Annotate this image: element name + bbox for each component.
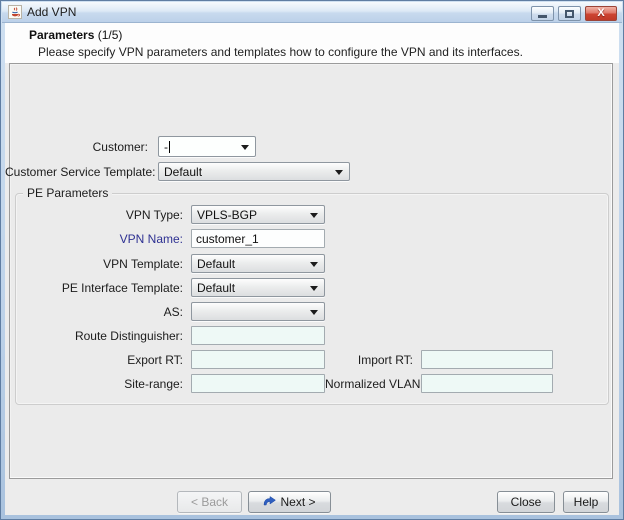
as-label: AS: [25,305,183,320]
import-rt-label: Import RT: [325,353,413,368]
customer-service-template-value: Default [164,165,202,179]
maximize-button[interactable] [558,6,581,21]
dialog-content: Parameters (1/5) Please specify VPN para… [5,23,619,515]
export-rt-input[interactable] [191,350,325,369]
next-arrow-icon [263,496,276,508]
vpn-type-combobox[interactable]: VPLS-BGP [191,205,325,224]
close-button-label: Close [511,495,542,509]
customer-service-template-combobox[interactable]: Default [158,162,350,181]
wizard-step-description: Please specify VPN parameters and templa… [38,45,523,59]
customer-combobox[interactable]: - [158,136,256,157]
back-button-label: < Back [191,495,228,509]
vpn-template-label: VPN Template: [25,257,183,272]
window-title: Add VPN [27,5,76,19]
chevron-down-icon[interactable] [310,213,318,218]
normalized-vlan-input[interactable] [421,374,553,393]
chevron-down-icon[interactable] [310,262,318,267]
wizard-header: Parameters (1/5) Please specify VPN para… [5,23,619,63]
as-combobox[interactable] [191,302,325,321]
step-counter: (1/5) [98,28,123,42]
chevron-down-icon[interactable] [310,286,318,291]
customer-label: Customer: [5,140,148,155]
pe-interface-template-label: PE Interface Template: [25,281,183,296]
pe-interface-template-value: Default [197,281,235,295]
normalized-vlan-label: Normalized VLAN: [325,377,413,392]
help-button-label: Help [574,495,599,509]
close-button[interactable]: Close [497,491,555,513]
next-button-label: Next > [280,495,315,509]
chevron-down-icon[interactable] [241,145,249,150]
import-rt-input[interactable] [421,350,553,369]
site-range-label: Site-range: [25,377,183,392]
vpn-template-value: Default [197,257,235,271]
maximize-icon [565,10,574,18]
java-app-icon [8,5,22,19]
vpn-name-label: VPN Name: [25,232,183,247]
vpn-name-input[interactable] [191,229,325,248]
route-distinguisher-input[interactable] [191,326,325,345]
export-rt-label: Export RT: [25,353,183,368]
pe-interface-template-combobox[interactable]: Default [191,278,325,297]
text-caret [169,141,170,153]
close-icon: X [597,8,604,19]
help-button[interactable]: Help [563,491,609,513]
step-title-text: Parameters [29,28,94,42]
back-button[interactable]: < Back [177,491,242,513]
chevron-down-icon[interactable] [335,170,343,175]
minimize-button[interactable] [531,6,554,21]
vpn-template-combobox[interactable]: Default [191,254,325,273]
customer-value: - [164,140,168,154]
vpn-type-label: VPN Type: [25,208,183,223]
close-window-button[interactable]: X [585,6,617,21]
pe-parameters-group-title: PE Parameters [23,186,112,200]
chevron-down-icon[interactable] [310,310,318,315]
customer-service-template-label: Customer Service Template: [5,165,148,180]
title-bar[interactable]: Add VPN [2,2,622,23]
site-range-input[interactable] [191,374,325,393]
route-distinguisher-label: Route Distinguisher: [25,329,183,344]
wizard-step-title: Parameters (1/5) [29,28,122,42]
next-button[interactable]: Next > [248,491,331,513]
vpn-type-value: VPLS-BGP [197,208,257,222]
add-vpn-dialog: Add VPN X Parameters (1/5) Please specif… [0,0,624,520]
minimize-icon [538,15,547,18]
